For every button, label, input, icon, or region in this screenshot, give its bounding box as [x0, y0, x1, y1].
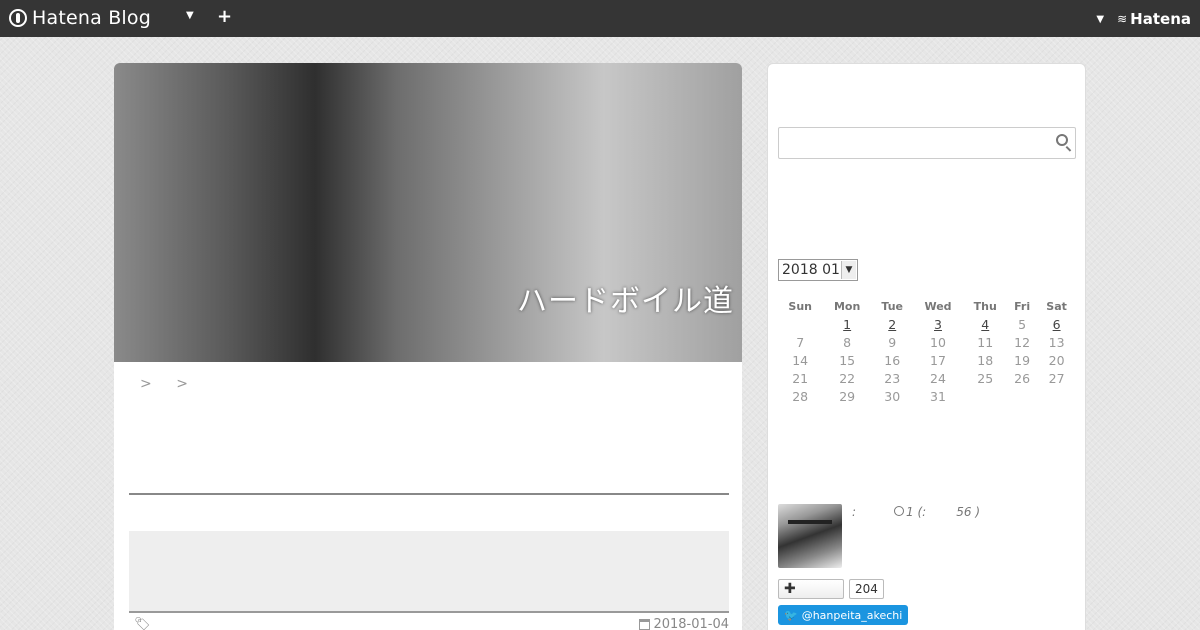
- entry-footer: 🏷 2018-01-04: [129, 615, 729, 630]
- month-select[interactable]: 2018 01 ▼: [778, 259, 858, 281]
- calendar: Sun Mon Tue Wed Thu Fri Sat 1 2 3 4 5 6 7 8 9 10 1…: [778, 297, 1076, 405]
- hatena-mark-icon: ≋: [1117, 12, 1128, 26]
- hatena-blog-icon: [9, 9, 27, 27]
- blog-title[interactable]: ハードボイル道: [517, 276, 734, 320]
- profile-meta: : 1 (: 56 ): [852, 505, 980, 519]
- calendar-day: 5: [1018, 316, 1027, 332]
- blog-header-image[interactable]: ハードボイル道: [114, 63, 742, 362]
- calendar-day: 22: [839, 370, 856, 386]
- calendar-week: 14 15 16 17 18 19 20: [778, 351, 1076, 369]
- weekday-label: Mon: [833, 299, 861, 313]
- calendar-weekdays: Sun Mon Tue Wed Thu Fri Sat: [778, 297, 1076, 315]
- add-post-button[interactable]: +: [217, 6, 232, 27]
- profile-clock-value: 1 (:: [906, 505, 927, 519]
- avatar[interactable]: [778, 504, 842, 568]
- calendar-day: 9: [888, 334, 897, 350]
- clock-icon: [894, 506, 905, 516]
- hatena-blog-logo[interactable]: Hatena Blog: [9, 6, 151, 30]
- calendar-days: 1 2 3 4 5 6 7 8 9 10 11 12 13 14 15 16 17 18 19 20 21 22 23 24 2…: [778, 315, 1076, 405]
- calendar-day: 12: [1014, 334, 1031, 350]
- follower-count[interactable]: 204: [849, 579, 884, 599]
- calendar-day: 20: [1048, 352, 1065, 368]
- calendar-day: 27: [1048, 370, 1065, 386]
- search-input[interactable]: [783, 129, 1047, 159]
- twitter-bird-icon: 🐦: [784, 608, 798, 622]
- calendar-day: 24: [930, 370, 946, 386]
- calendar-day: [778, 315, 822, 333]
- breadcrumb-separator: >: [140, 376, 152, 392]
- weekday-label: Tue: [881, 299, 904, 313]
- calendar-day[interactable]: 4: [963, 315, 1007, 333]
- entry-date-text: 2018-01-04: [653, 617, 729, 630]
- calendar-day: 16: [884, 352, 901, 368]
- calendar-day: 8: [843, 334, 852, 350]
- calendar-day[interactable]: 3: [913, 315, 964, 333]
- weekday-label: Thu: [973, 299, 997, 313]
- chevron-down-icon: ▼: [841, 261, 856, 279]
- follow-button[interactable]: ✚: [778, 579, 844, 599]
- hatena-account-menu[interactable]: ▼ ≋ Hatena: [1096, 10, 1191, 28]
- brand-name: Hatena Blog: [32, 7, 151, 29]
- weekday-label: Fri: [1014, 299, 1031, 313]
- title-divider: [129, 493, 729, 495]
- breadcrumb-separator: >: [176, 376, 188, 392]
- calendar-week: 7 8 9 10 11 12 13: [778, 333, 1076, 351]
- calendar-week: 28 29 30 31: [778, 387, 1076, 405]
- breadcrumb: > >: [140, 376, 208, 392]
- calendar-day: 15: [839, 352, 856, 368]
- calendar-day: [1037, 387, 1076, 405]
- search-box: [778, 127, 1076, 159]
- calendar-day: 14: [792, 352, 809, 368]
- top-navigation-bar: Hatena Blog ▼ + ▼ ≋ Hatena: [0, 0, 1200, 37]
- entry-date[interactable]: 2018-01-04: [639, 617, 729, 630]
- calendar-day: 11: [977, 334, 994, 350]
- calendar-day: 19: [1014, 352, 1031, 368]
- sidebar: 2018 01 ▼ Sun Mon Tue Wed Thu Fri Sat 12…: [767, 63, 1086, 630]
- calendar-day: 25: [977, 370, 994, 386]
- calendar-week: 123456: [778, 315, 1076, 333]
- hatena-brand-label: Hatena: [1130, 10, 1191, 28]
- weekday-label: Wed: [924, 299, 952, 313]
- chevron-down-icon[interactable]: ▼: [1096, 14, 1104, 25]
- calendar-day: 23: [884, 370, 901, 386]
- calendar-icon: [639, 619, 651, 630]
- tag-icon[interactable]: 🏷: [134, 617, 151, 630]
- twitter-handle: @hanpeita_akechi: [801, 608, 903, 622]
- search-icon[interactable]: [1056, 134, 1068, 146]
- entry-content-box: [129, 531, 729, 613]
- calendar-day: 30: [884, 388, 901, 404]
- calendar-day: 28: [792, 388, 809, 404]
- calendar-day: [963, 387, 1007, 405]
- weekday-label: Sun: [788, 299, 812, 313]
- calendar-week: 21 22 23 24 25 26 27: [778, 369, 1076, 387]
- calendar-day: 31: [930, 388, 946, 404]
- chevron-down-icon[interactable]: ▼: [186, 10, 194, 21]
- calendar-day: 10: [930, 334, 946, 350]
- calendar-day: 7: [796, 334, 805, 350]
- calendar-day: [1007, 387, 1037, 405]
- main-content: ハードボイル道 > > 🏷 2018-01-04: [114, 63, 742, 630]
- twitter-follow-button[interactable]: 🐦 @hanpeita_akechi: [778, 605, 909, 625]
- month-select-value: 2018 01: [782, 262, 840, 278]
- calendar-day: 26: [1014, 370, 1031, 386]
- calendar-day[interactable]: 6: [1037, 315, 1076, 333]
- profile-paren-value: 56 ): [956, 505, 980, 519]
- calendar-day[interactable]: 2: [872, 315, 913, 333]
- calendar-day: 17: [930, 352, 946, 368]
- calendar-day: 29: [839, 388, 856, 404]
- weekday-label: Sat: [1046, 299, 1067, 313]
- calendar-day: 13: [1048, 334, 1065, 350]
- calendar-day[interactable]: 1: [822, 315, 872, 333]
- calendar-day: 18: [977, 352, 994, 368]
- profile-colon: :: [852, 505, 857, 519]
- calendar-day: 21: [792, 370, 809, 386]
